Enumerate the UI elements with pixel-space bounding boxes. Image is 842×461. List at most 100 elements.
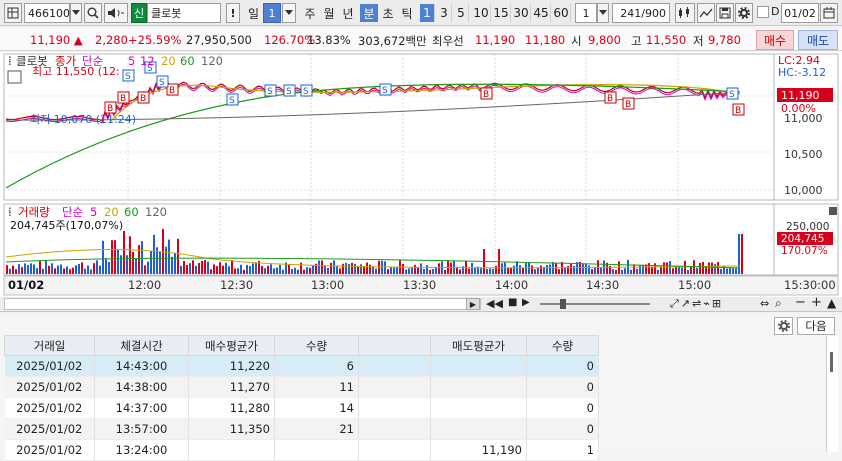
volume-ma60[interactable]: 60 bbox=[124, 205, 139, 219]
volume-ma120[interactable]: 120 bbox=[145, 205, 167, 219]
horizontal-scrollbar[interactable] bbox=[4, 298, 481, 310]
volume-bar bbox=[204, 260, 206, 274]
header-sell-avg[interactable]: 매도평균가 bbox=[430, 335, 527, 356]
minute-30-button[interactable]: 30 bbox=[512, 4, 531, 22]
table-vertical-scrollbar[interactable] bbox=[826, 336, 838, 452]
fullscreen-button[interactable]: ▲ bbox=[827, 296, 836, 310]
date-checkbox[interactable] bbox=[757, 6, 769, 18]
minute-10-button[interactable]: 10 bbox=[472, 4, 491, 22]
legend-ma20[interactable]: 20 bbox=[161, 54, 176, 68]
drawing-tools-icons[interactable]: ⤢↗⇌⌁⊞ bbox=[670, 297, 723, 311]
day-dropdown-button[interactable] bbox=[282, 3, 296, 23]
volume-ma20[interactable]: 20 bbox=[104, 205, 119, 219]
tab-second[interactable]: 초 bbox=[379, 4, 397, 22]
legend-ma120[interactable]: 120 bbox=[201, 54, 223, 68]
date-input[interactable]: 01/02 bbox=[781, 3, 819, 23]
cell-buy-qty: 14 bbox=[274, 397, 359, 419]
volume-ma-label[interactable]: 단순 bbox=[62, 205, 83, 219]
settings-gear-icon[interactable] bbox=[735, 3, 753, 23]
volume-bar bbox=[153, 234, 155, 274]
table-scroll-thumb[interactable] bbox=[830, 352, 833, 372]
current-price-box-text: 11,190 bbox=[781, 89, 820, 102]
quote-bar: 11,190 ▲ 2,280 +25.59% 27,950,500 126.70… bbox=[0, 29, 842, 51]
volume-bar bbox=[78, 264, 80, 274]
tab-tick[interactable]: 틱 bbox=[398, 4, 416, 22]
stock-code-input[interactable]: 466100 bbox=[24, 3, 70, 23]
zoom-in-button[interactable]: + bbox=[811, 295, 822, 310]
volume-bar bbox=[24, 263, 26, 274]
tab-month[interactable]: 월 bbox=[320, 4, 338, 22]
zoom-out-button[interactable]: − bbox=[795, 295, 806, 310]
measure-icon[interactable]: ⇔ bbox=[760, 297, 769, 310]
table-row[interactable]: 2025/01/02 14:43:00 11,220 6 0 bbox=[4, 355, 599, 377]
tab-minute[interactable]: 분 bbox=[360, 4, 378, 22]
save-icon[interactable] bbox=[716, 3, 734, 23]
price-panel-grip-icon[interactable]: ⁞ bbox=[8, 54, 12, 68]
volume-bar bbox=[489, 268, 491, 274]
scroll-right-button[interactable]: ▶ bbox=[466, 298, 480, 310]
tab-year[interactable]: 년 bbox=[339, 4, 357, 22]
buy-button[interactable]: 매수 bbox=[756, 30, 794, 50]
volume-bar bbox=[675, 267, 677, 274]
minute-15-button[interactable]: 15 bbox=[492, 4, 511, 22]
interval-dropdown-button[interactable] bbox=[597, 3, 609, 23]
header-sell-qty[interactable]: 수량 bbox=[526, 335, 599, 356]
table-row[interactable]: 2025/01/02 14:38:00 11,270 11 0 bbox=[4, 376, 599, 398]
minute-3-button[interactable]: 3 bbox=[437, 4, 452, 22]
minute-1-button[interactable]: 1 bbox=[420, 4, 435, 22]
warning-button[interactable]: ! bbox=[226, 3, 240, 23]
minute-60-button[interactable]: 60 bbox=[552, 4, 571, 22]
minute-45-button[interactable]: 45 bbox=[532, 4, 551, 22]
volume-bar bbox=[276, 267, 278, 274]
volume-bar bbox=[735, 268, 737, 274]
layout-icon[interactable] bbox=[4, 3, 22, 23]
table-row[interactable]: 2025/01/02 14:37:00 11,280 14 0 bbox=[4, 397, 599, 419]
tab-week-label: 주 bbox=[304, 6, 316, 21]
table-settings-gear-icon[interactable] bbox=[774, 317, 793, 335]
header-date[interactable]: 거래일 bbox=[4, 335, 95, 356]
legend-ma60[interactable]: 60 bbox=[180, 54, 195, 68]
volume-panel-close-icon[interactable] bbox=[829, 207, 837, 215]
next-page-button[interactable]: 다음 bbox=[797, 317, 835, 335]
day-number-field[interactable]: 1 bbox=[263, 3, 281, 23]
zoom-slider-track[interactable] bbox=[540, 303, 650, 305]
stock-name-field[interactable]: 클로봇 bbox=[147, 3, 221, 23]
volume-panel-grip-icon[interactable]: ⁞ bbox=[8, 205, 12, 219]
code-dropdown-button[interactable] bbox=[70, 3, 82, 23]
volume-bar bbox=[669, 261, 671, 274]
table-row[interactable]: 2025/01/02 13:24:00 11,190 1 bbox=[4, 439, 599, 461]
volume-ma5[interactable]: 5 bbox=[90, 205, 97, 219]
legend-ma5[interactable]: 5 bbox=[128, 54, 135, 68]
table-row[interactable]: 2025/01/02 13:57:00 11,350 21 0 bbox=[4, 418, 599, 440]
header-buy-qty[interactable]: 수량 bbox=[274, 335, 359, 356]
volume-bar bbox=[495, 265, 497, 274]
zoom-slider-handle[interactable] bbox=[560, 299, 566, 309]
tab-week[interactable]: 주 bbox=[302, 4, 318, 22]
volume-bar bbox=[6, 265, 8, 274]
bar-count-field[interactable]: 241/900 bbox=[612, 3, 670, 23]
volume-readout: 204,745주(170,07%) bbox=[10, 219, 123, 232]
sell-marker-label: S bbox=[729, 90, 735, 100]
sell-button[interactable]: 매도 bbox=[798, 30, 838, 50]
volume-bar bbox=[234, 268, 236, 274]
header-time[interactable]: 체결시간 bbox=[94, 335, 189, 356]
indicator-icon[interactable] bbox=[697, 3, 715, 23]
tab-day[interactable]: 일 bbox=[245, 4, 262, 22]
header-buy-avg[interactable]: 매수평균가 bbox=[188, 335, 275, 356]
volume-bar bbox=[375, 268, 377, 274]
scroll-forward-button[interactable]: ▶ bbox=[522, 297, 530, 308]
cell-buy-qty: 6 bbox=[274, 355, 359, 377]
search-icon[interactable] bbox=[84, 3, 102, 23]
volume-bar bbox=[252, 263, 254, 274]
grid-toggle-icon[interactable] bbox=[7, 70, 22, 84]
minute-5-button[interactable]: 5 bbox=[454, 4, 469, 22]
stop-button[interactable]: ■ bbox=[508, 297, 517, 308]
zoom-icon[interactable]: ⌕ bbox=[775, 296, 782, 311]
sound-icon[interactable] bbox=[104, 3, 128, 23]
chart-type-icon[interactable] bbox=[675, 3, 695, 23]
price-volume-chart[interactable]: BB BB B BBBSSSSS S S S S ⁞ 클로봇 종가 단순 5 12 20 60… bbox=[0, 52, 842, 297]
interval-input[interactable]: 1 bbox=[575, 3, 597, 23]
scroll-back-button[interactable]: ◀◀ bbox=[486, 297, 503, 310]
calendar-icon[interactable] bbox=[820, 3, 838, 23]
legend-ma12[interactable]: 12 bbox=[140, 54, 155, 68]
